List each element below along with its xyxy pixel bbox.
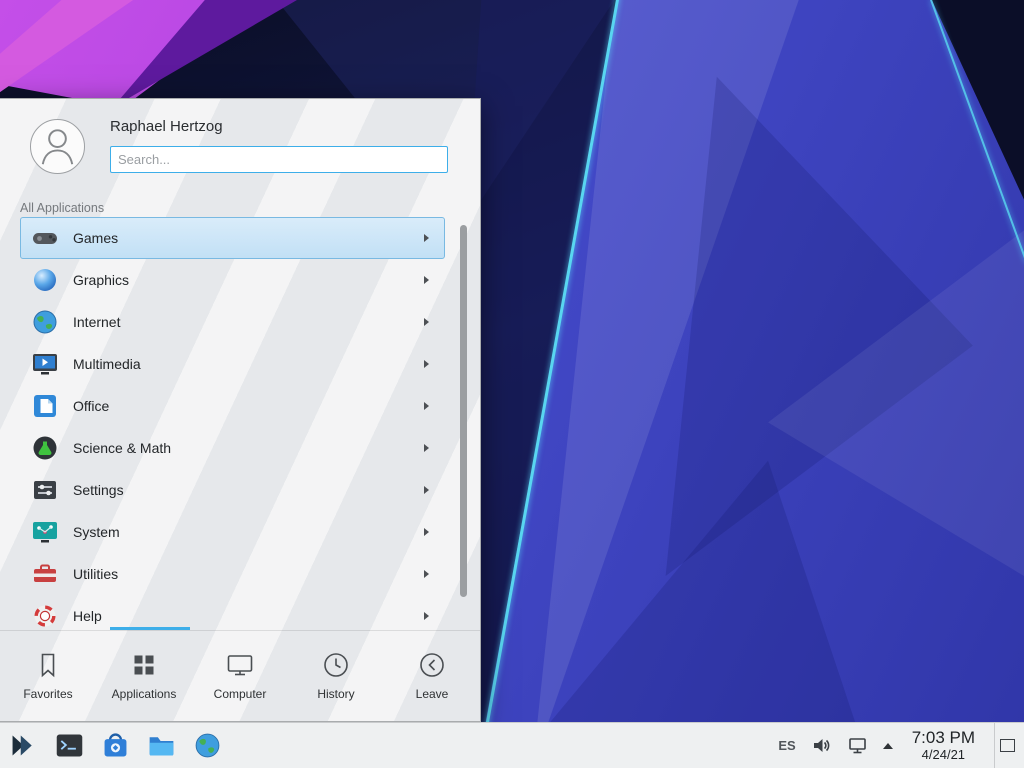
category-label: Multimedia xyxy=(73,356,424,372)
clock-date: 4/24/21 xyxy=(912,748,975,763)
chevron-right-icon xyxy=(424,360,429,368)
chevron-right-icon xyxy=(424,234,429,242)
gamepad-icon xyxy=(31,224,59,252)
category-science-math[interactable]: Science & Math xyxy=(20,427,445,469)
bookmark-icon xyxy=(33,650,63,680)
chevron-right-icon xyxy=(424,444,429,452)
system-tray: ES 7:03 PM 4/24/21 xyxy=(778,723,1024,768)
clock-icon xyxy=(321,650,351,680)
category-settings[interactable]: Settings xyxy=(20,469,445,511)
chevron-right-icon xyxy=(424,402,429,410)
taskbar: ES 7:03 PM 4/24/21 xyxy=(0,722,1024,768)
category-utilities[interactable]: Utilities xyxy=(20,553,445,595)
tab-label: Leave xyxy=(416,687,449,701)
user-icon xyxy=(31,120,84,173)
tab-leave[interactable]: Leave xyxy=(384,630,480,721)
user-name: Raphael Hertzog xyxy=(110,118,223,135)
category-label: Graphics xyxy=(73,272,424,288)
web-browser-icon[interactable] xyxy=(191,729,224,762)
utilities-toolbox-icon xyxy=(31,560,59,588)
globe-icon xyxy=(31,308,59,336)
clock-widget[interactable]: 7:03 PM 4/24/21 xyxy=(908,728,979,762)
settings-sliders-icon xyxy=(31,476,59,504)
tab-applications[interactable]: Applications xyxy=(96,630,192,721)
taskbar-app-icons xyxy=(0,729,224,762)
tab-history[interactable]: History xyxy=(288,630,384,721)
expand-tray-icon[interactable] xyxy=(883,743,893,749)
application-launcher-menu: Raphael Hertzog All Applications Games G… xyxy=(0,98,481,722)
category-label: Help xyxy=(73,608,424,624)
chevron-right-icon xyxy=(424,486,429,494)
chevron-right-icon xyxy=(424,528,429,536)
category-label: System xyxy=(73,524,424,540)
tab-favorites[interactable]: Favorites xyxy=(0,630,96,721)
tab-label: Applications xyxy=(112,687,177,701)
section-label: All Applications xyxy=(20,201,104,215)
clock-time: 7:03 PM xyxy=(912,728,975,748)
scrollbar[interactable] xyxy=(460,225,467,597)
multimedia-monitor-icon xyxy=(31,350,59,378)
keyboard-layout-indicator[interactable]: ES xyxy=(778,738,795,753)
launcher-tab-bar: Favorites Applications Computer xyxy=(0,630,480,721)
category-label: Science & Math xyxy=(73,440,424,456)
show-desktop-icon xyxy=(1000,739,1015,752)
system-monitor-icon xyxy=(31,518,59,546)
category-office[interactable]: Office xyxy=(20,385,445,427)
category-label: Internet xyxy=(73,314,424,330)
category-multimedia[interactable]: Multimedia xyxy=(20,343,445,385)
terminal-icon[interactable] xyxy=(53,729,86,762)
office-document-icon xyxy=(31,392,59,420)
user-avatar[interactable] xyxy=(30,119,85,174)
chevron-right-icon xyxy=(424,276,429,284)
graphics-sphere-icon xyxy=(31,266,59,294)
category-graphics[interactable]: Graphics xyxy=(20,259,445,301)
computer-monitor-icon xyxy=(225,650,255,680)
software-center-icon[interactable] xyxy=(99,729,132,762)
volume-icon[interactable] xyxy=(811,735,832,756)
network-icon[interactable] xyxy=(847,735,868,756)
tab-label: Computer xyxy=(214,687,267,701)
chevron-right-icon xyxy=(424,318,429,326)
chevron-right-icon xyxy=(424,570,429,578)
category-games[interactable]: Games xyxy=(20,217,445,259)
search-input[interactable] xyxy=(110,146,448,173)
category-system[interactable]: System xyxy=(20,511,445,553)
chevron-right-icon xyxy=(424,612,429,620)
application-category-list: Games Graphics Internet xyxy=(0,217,480,631)
category-label: Utilities xyxy=(73,566,424,582)
category-label: Games xyxy=(73,230,424,246)
tab-label: Favorites xyxy=(23,687,72,701)
category-help[interactable]: Help xyxy=(20,595,445,631)
leave-icon xyxy=(417,650,447,680)
category-label: Office xyxy=(73,398,424,414)
tab-computer[interactable]: Computer xyxy=(192,630,288,721)
category-internet[interactable]: Internet xyxy=(20,301,445,343)
show-desktop-button[interactable] xyxy=(994,723,1020,768)
file-manager-icon[interactable] xyxy=(145,729,178,762)
kickoff-launcher-icon[interactable] xyxy=(7,729,40,762)
tab-label: History xyxy=(317,687,354,701)
category-label: Settings xyxy=(73,482,424,498)
app-grid-icon xyxy=(129,650,159,680)
science-flask-icon xyxy=(31,434,59,462)
help-lifebuoy-icon xyxy=(31,602,59,630)
